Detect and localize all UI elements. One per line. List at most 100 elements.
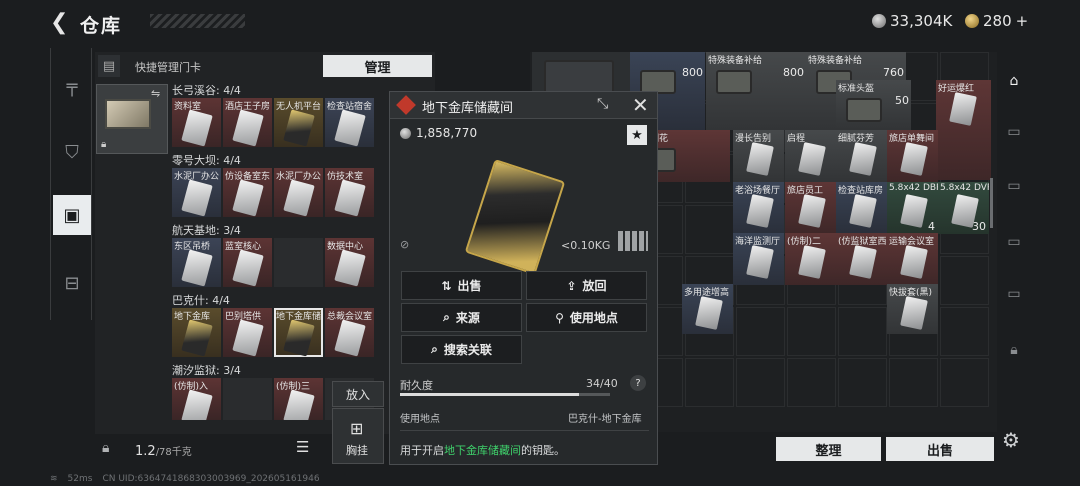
keycard-slot[interactable]: 巴别塔供: [223, 308, 272, 357]
divider: [400, 430, 649, 431]
back-arrow-icon[interactable]: ❮: [50, 10, 68, 35]
keycard-slot[interactable]: 仿设备室东: [223, 168, 272, 217]
close-icon[interactable]: ✕: [632, 93, 649, 117]
weight-display: 1.2/78千克: [135, 444, 192, 459]
keycard-slot[interactable]: 检查站宿舍: [325, 98, 374, 147]
grid-cell[interactable]: [787, 307, 836, 356]
keycard-slot[interactable]: 东区吊桥: [172, 238, 221, 287]
keycard-name: 巴别塔供: [225, 312, 262, 322]
grid-cell[interactable]: [940, 358, 989, 407]
nav-stash-3[interactable]: ▭: [1000, 172, 1028, 200]
stash-item[interactable]: 老浴场餐厅: [733, 182, 784, 234]
stash-item[interactable]: 漫长告别: [733, 130, 784, 182]
put-in-button[interactable]: 放入: [332, 381, 384, 407]
stash-item[interactable]: 5.8x42 DBP10 4: [887, 182, 938, 234]
stash-item[interactable]: 旅店单舞间: [887, 130, 938, 182]
keycard-slot[interactable]: [274, 238, 323, 287]
grid-cell[interactable]: [736, 307, 785, 356]
keycard-icon: [232, 319, 264, 357]
keycard-name: 仿设备室东: [225, 172, 271, 182]
uid-text: CN UID:636474186830300396​9_202605161946: [102, 474, 320, 484]
keycard-slot[interactable]: 资料室: [172, 98, 221, 147]
grid-cell[interactable]: [838, 358, 887, 407]
keycard-slot[interactable]: 酒店王子房: [223, 98, 272, 147]
grid-cell[interactable]: [838, 307, 887, 356]
item-count: 4: [928, 220, 935, 233]
nav-stash-5[interactable]: ▭: [1000, 280, 1028, 308]
search-related-button[interactable]: ⌕ 搜索关联: [401, 335, 522, 364]
item-weight: <0.10KG: [561, 239, 611, 252]
nav-backpack[interactable]: ▣: [53, 195, 91, 235]
keycard-slot[interactable]: 水泥厂办公: [274, 168, 323, 217]
grid-cell[interactable]: [685, 205, 734, 254]
add-currency-button[interactable]: +: [1016, 12, 1029, 30]
gear-icon[interactable]: ⚙: [1002, 428, 1020, 452]
stash-item[interactable]: 标准头盔 50: [836, 80, 911, 130]
nav-stash-home[interactable]: ⌂: [1000, 67, 1028, 95]
stash-item[interactable]: 细腻芬芳: [836, 130, 887, 182]
grid-cell[interactable]: [736, 358, 785, 407]
stash-item[interactable]: 特殊装备补给 800: [706, 52, 806, 130]
gold-coin-icon: [965, 14, 979, 28]
currency-gold[interactable]: 280 +: [965, 12, 1028, 30]
chest-rig-slot[interactable]: ⊞ 胸挂: [332, 408, 384, 464]
nav-weapon[interactable]: ╤: [53, 66, 91, 106]
stash-item[interactable]: 快拔套(黑): [887, 284, 938, 334]
item-name: 海洋监测厅: [735, 237, 781, 247]
keycard-slot[interactable]: 无人机平台: [274, 98, 323, 147]
stash-item[interactable]: 启程: [785, 130, 836, 182]
grid-cell[interactable]: [940, 307, 989, 356]
keycard-slot[interactable]: 水泥厂办公: [172, 168, 221, 217]
swap-icon[interactable]: ⇋: [151, 87, 160, 100]
keycard-name: 地下金库: [174, 312, 211, 322]
grid-cell[interactable]: [685, 358, 734, 407]
folder-icon: ▭: [1007, 234, 1021, 250]
manage-button[interactable]: 管理: [323, 55, 432, 77]
source-button[interactable]: ⌕ 来源: [401, 303, 522, 332]
stash-item[interactable]: 旅店员工: [785, 182, 836, 234]
scrollbar[interactable]: [990, 178, 993, 228]
stash-item[interactable]: 多用途增高: [682, 284, 733, 334]
stash-item[interactable]: 5.8x42 DVP88 30: [938, 182, 989, 234]
nav-stash-2[interactable]: ▭: [1000, 118, 1028, 146]
use-location-button[interactable]: ⚲ 使用地点: [526, 303, 647, 332]
keycard-icon: [181, 389, 213, 420]
nav-armor[interactable]: ⛉: [53, 132, 91, 172]
keycard-slot[interactable]: 总裁会议室: [325, 308, 374, 357]
keycard-name: 水泥厂办公: [174, 172, 220, 182]
stash-item[interactable]: 好运爆红: [936, 80, 991, 180]
list-view-icon[interactable]: ☰: [296, 438, 320, 460]
favorite-star-button[interactable]: ★: [627, 125, 647, 145]
keycard-slot[interactable]: 地下金库储: [274, 308, 323, 357]
keycard-slot[interactable]: [223, 378, 272, 420]
keycard-slot[interactable]: 地下金库: [172, 308, 221, 357]
left-nav: ╤ ⛉ ▣ ⊟: [50, 48, 92, 320]
sell-item-button[interactable]: ⇅ 出售: [401, 271, 522, 300]
sort-button[interactable]: 整理: [776, 437, 881, 461]
grid-cell[interactable]: [940, 256, 989, 305]
keycard-slot[interactable]: 仿技术室: [325, 168, 374, 217]
stash-item[interactable]: 海洋监测厅: [733, 233, 784, 285]
keycard-name: 地下金库储: [276, 312, 322, 322]
keycard-icon: [283, 389, 315, 420]
help-icon[interactable]: ?: [630, 375, 646, 391]
nav-stash-4[interactable]: ▭: [1000, 228, 1028, 256]
keycard-slot[interactable]: 数据中心: [325, 238, 374, 287]
nav-case[interactable]: ⊟: [53, 263, 91, 303]
grid-cell[interactable]: [889, 358, 938, 407]
sell-button[interactable]: 出售: [886, 437, 994, 461]
keycard-name: 总裁会议室: [327, 312, 373, 322]
keycard-slot[interactable]: (仿制)入: [172, 378, 221, 420]
return-item-button[interactable]: ⇪ 放回: [526, 271, 647, 300]
stash-item[interactable]: 运输会议室: [887, 233, 938, 285]
keycard-holder-slot[interactable]: ⇋ 🔒︎: [96, 84, 168, 154]
keycard-slot[interactable]: 蓝室核心: [223, 238, 272, 287]
stash-item[interactable]: (仿制)二: [785, 233, 836, 285]
page-title: 仓库: [80, 15, 123, 37]
keycard-holder-image: [105, 99, 151, 129]
keycard-slot[interactable]: (仿制)三: [274, 378, 323, 420]
expand-icon[interactable]: ⤡: [597, 96, 608, 112]
grid-cell[interactable]: [787, 358, 836, 407]
stash-item[interactable]: 检查站库房: [836, 182, 887, 234]
stash-item[interactable]: (仿监狱室西: [836, 233, 887, 285]
